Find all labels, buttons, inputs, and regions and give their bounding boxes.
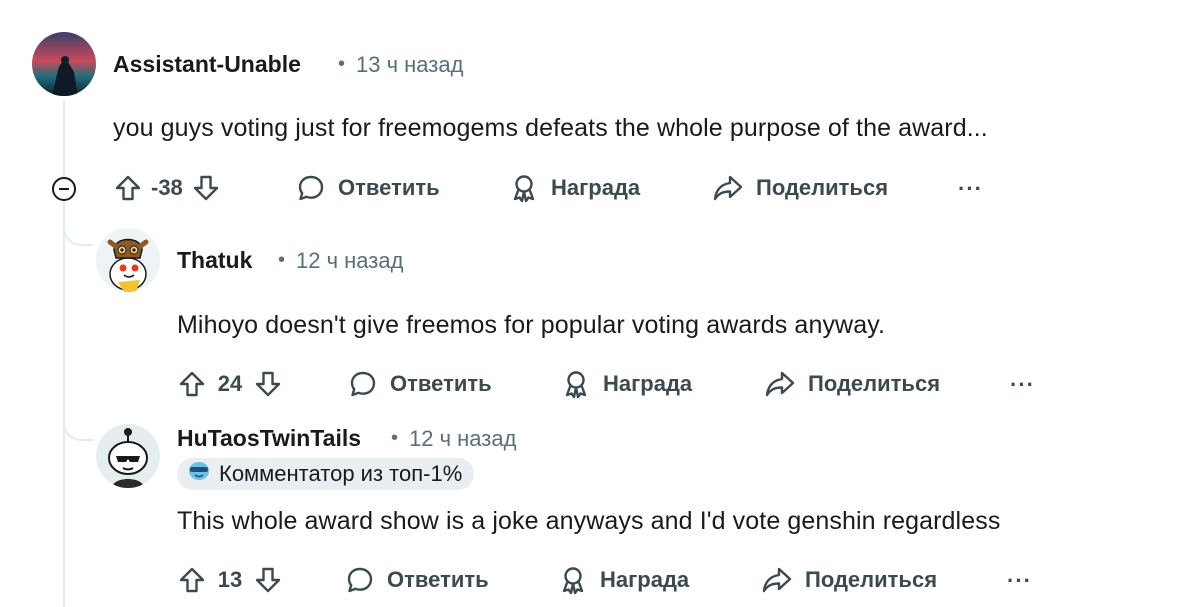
flair-label: Комментатор из топ-1% [219,461,463,486]
share-label: Поделиться [808,371,941,396]
speech-bubble-icon [348,369,390,399]
more-options-button[interactable]: ··· [1007,568,1032,594]
award-button[interactable]: Награда [561,369,692,399]
thread-connector-2 [63,415,93,441]
comment-username[interactable]: HuTaosTwinTails [177,425,361,452]
meta-separator: • [338,53,346,75]
reply-label: Ответить [390,371,492,396]
upvote-icon[interactable] [177,565,207,595]
vote-score: 13 [217,567,243,592]
user-flair-badge: Комментатор из топ-1% [177,458,475,490]
more-options-button[interactable]: ··· [1010,372,1035,398]
comment-body: This whole award show is a joke anyways … [177,507,1001,535]
share-label: Поделиться [805,567,938,592]
collapse-thread-button[interactable] [52,177,76,201]
vote-score: 24 [217,371,243,396]
reply-button[interactable]: Ответить [296,173,440,203]
comment-body: Mihoyo doesn't give freemos for popular … [177,311,885,339]
comment-username[interactable]: Thatuk [177,247,252,274]
share-label: Поделиться [756,175,889,200]
comment-timestamp[interactable]: 12 ч назад [296,248,403,274]
award-label: Награда [600,567,690,592]
comment-actions: 13 [177,560,283,600]
reply-label: Ответить [387,567,489,592]
comment-timestamp[interactable]: 13 ч назад [356,52,463,78]
avatar-hutaostwintails[interactable] [96,424,160,488]
speech-bubble-icon [296,173,338,203]
award-ribbon-icon [558,565,600,595]
share-button[interactable]: Поделиться [764,369,940,399]
comment-actions: -38 [113,168,221,208]
vote-group: 24 [177,369,283,399]
vote-group: -38 [113,173,221,203]
share-button[interactable]: Поделиться [712,173,888,203]
award-button[interactable]: Награда [558,565,689,595]
award-label: Награда [603,371,693,396]
vote-score: -38 [151,175,183,200]
share-arrow-icon [764,369,808,399]
share-arrow-icon [761,565,805,595]
downvote-icon[interactable] [253,369,283,399]
meta-separator: • [391,427,399,449]
meta-separator: • [278,249,286,271]
more-options-button[interactable]: ··· [958,176,983,202]
reply-button[interactable]: Ответить [345,565,489,595]
comment-body: you guys voting just for freemogems defe… [113,114,988,142]
award-ribbon-icon [509,173,551,203]
share-button[interactable]: Поделиться [761,565,937,595]
upvote-icon[interactable] [177,369,207,399]
downvote-icon[interactable] [191,173,221,203]
thread-connector-1 [63,220,93,246]
avatar-assistant-unable[interactable] [32,32,96,96]
upvote-icon[interactable] [113,173,143,203]
comment-actions: 24 [177,364,283,404]
sunglasses-emoji-icon [187,460,219,488]
vote-group: 13 [177,565,283,595]
reply-label: Ответить [338,175,440,200]
share-arrow-icon [712,173,756,203]
comment-username[interactable]: Assistant-Unable [113,51,301,78]
avatar-thatuk[interactable] [96,228,160,292]
award-ribbon-icon [561,369,603,399]
award-button[interactable]: Награда [509,173,640,203]
speech-bubble-icon [345,565,387,595]
award-label: Награда [551,175,641,200]
comment-timestamp[interactable]: 12 ч назад [409,426,516,452]
reply-button[interactable]: Ответить [348,369,492,399]
downvote-icon[interactable] [253,565,283,595]
